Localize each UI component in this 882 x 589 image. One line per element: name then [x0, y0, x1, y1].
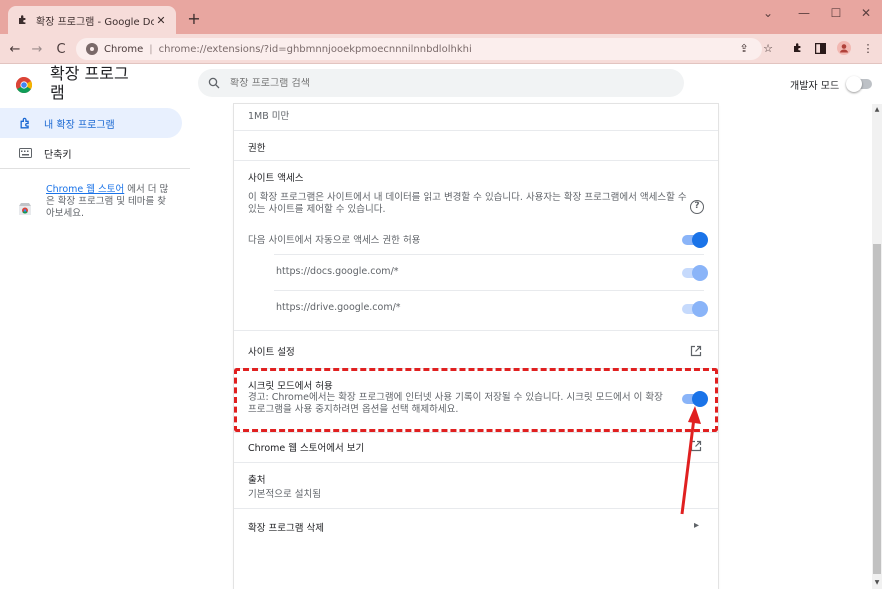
external-link-icon[interactable] — [690, 440, 702, 452]
external-link-icon[interactable] — [690, 345, 702, 357]
tab-title: 확장 프로그램 - Google Docs 오 — [36, 16, 154, 28]
keyboard-icon — [18, 146, 32, 160]
tab-close-icon[interactable]: ✕ — [154, 14, 168, 27]
webstore-link[interactable]: Chrome 웹 스토어 — [46, 184, 124, 195]
site-drive-toggle[interactable] — [682, 301, 708, 317]
extensions-header: 확장 프로그램 개발자 모드 — [0, 64, 882, 104]
extensions-puzzle-icon[interactable] — [790, 40, 806, 56]
sidebar-item-shortcuts[interactable]: 단축키 — [0, 138, 182, 168]
site-access-title: 사이트 액세스 — [248, 173, 304, 184]
browser-toolbar: ← → C Chrome | chrome://extensions/?id=g… — [0, 34, 882, 64]
incognito-warning: 경고: Chrome에서는 확장 프로그램에 인터넷 사용 기록이 저장될 수 … — [248, 392, 663, 415]
address-bar[interactable]: Chrome | chrome://extensions/?id=ghbmnnj… — [76, 38, 762, 60]
chevron-down-icon[interactable]: ⌄ — [756, 6, 780, 20]
omnibox-url: chrome://extensions/?id=ghbmnnjooekpmoec… — [158, 43, 472, 55]
remove-extension-button[interactable]: 확장 프로그램 삭제 — [248, 520, 324, 534]
sidebar-item-label: 단축키 — [44, 149, 72, 161]
reload-icon[interactable]: C — [52, 40, 70, 58]
extension-details-card: 1MB 미만 권한 사이트 액세스 이 확장 프로그램은 사이트에서 내 데이터… — [234, 104, 718, 589]
minimize-icon[interactable]: — — [792, 6, 816, 20]
puzzle-icon — [18, 116, 32, 130]
incognito-title: 시크릿 모드에서 허용 — [248, 381, 333, 392]
site-entry-docs: https://docs.google.com/* — [276, 266, 399, 277]
scrollbar[interactable]: ▲ ▼ — [872, 104, 882, 589]
sidebar-item-my-extensions[interactable]: 내 확장 프로그램 — [0, 108, 182, 138]
dev-mode-label: 개발자 모드 — [790, 81, 840, 92]
auto-access-label: 다음 사이트에서 자동으로 액세스 권한 허용 — [248, 235, 421, 246]
source-value: 기본적으로 설치됨 — [248, 489, 321, 500]
chrome-site-icon — [86, 43, 98, 55]
chevron-right-icon[interactable]: ▸ — [694, 520, 699, 531]
source-title: 출처 — [248, 475, 266, 486]
omnibox-separator: | — [149, 43, 153, 55]
size-value: 1MB 미만 — [248, 111, 290, 122]
puzzle-icon — [16, 13, 30, 27]
divider — [234, 368, 718, 369]
permissions-label: 권한 — [248, 143, 266, 154]
maximize-icon[interactable]: ☐ — [824, 6, 848, 20]
scroll-down-icon[interactable]: ▼ — [872, 577, 882, 589]
new-tab-button[interactable]: + — [184, 8, 204, 28]
webstore-icon — [19, 203, 31, 215]
share-icon[interactable]: ⇪ — [736, 40, 752, 56]
omnibox-site-label: Chrome — [104, 43, 144, 55]
page-title: 확장 프로그램 — [50, 64, 129, 102]
back-arrow-icon[interactable]: ← — [6, 40, 24, 58]
divider — [234, 330, 718, 331]
incognito-toggle[interactable] — [682, 391, 708, 407]
bookmark-star-icon[interactable]: ☆ — [760, 40, 776, 56]
chrome-logo-icon — [16, 77, 32, 93]
help-icon[interactable]: ? — [690, 200, 704, 214]
dev-mode-toggle[interactable] — [846, 76, 872, 92]
sidebar-divider — [0, 168, 190, 169]
divider — [274, 254, 704, 255]
more-menu-icon[interactable]: ⋮ — [860, 40, 876, 56]
sidebar-item-label: 내 확장 프로그램 — [44, 119, 115, 131]
divider — [274, 290, 704, 291]
auto-access-toggle[interactable] — [682, 232, 708, 248]
divider — [234, 130, 718, 131]
profile-avatar-icon[interactable] — [836, 40, 852, 56]
webstore-promo: Chrome 웹 스토어 에서 더 많은 확장 프로그램 및 테마를 찾아보세요… — [18, 184, 188, 220]
close-window-icon[interactable]: ✕ — [854, 6, 878, 20]
site-docs-toggle[interactable] — [682, 265, 708, 281]
site-entry-drive: https://drive.google.com/* — [276, 302, 401, 313]
divider — [234, 160, 718, 161]
divider — [234, 462, 718, 463]
divider — [234, 432, 718, 433]
divider — [234, 508, 718, 509]
search-input[interactable] — [230, 77, 630, 89]
scroll-thumb[interactable] — [873, 244, 881, 574]
side-panel-icon[interactable] — [812, 40, 828, 56]
search-icon — [208, 77, 220, 89]
site-settings-link[interactable]: 사이트 설정 — [248, 344, 295, 358]
browser-tab[interactable]: 확장 프로그램 - Google Docs 오 ✕ — [8, 6, 176, 34]
search-bar[interactable] — [198, 69, 684, 97]
forward-arrow-icon[interactable]: → — [28, 40, 46, 58]
scroll-up-icon[interactable]: ▲ — [872, 104, 882, 116]
webstore-view-link[interactable]: Chrome 웹 스토어에서 보기 — [248, 440, 364, 454]
site-access-description: 이 확장 프로그램은 사이트에서 내 데이터를 읽고 변경할 수 있습니다. 사… — [248, 192, 687, 215]
sidebar: 내 확장 프로그램 단축키 Chrome 웹 스토어 에서 더 많은 확장 프로… — [0, 104, 190, 589]
title-bar: 확장 프로그램 - Google Docs 오 ✕ + ⌄ — ☐ ✕ — [0, 0, 882, 34]
